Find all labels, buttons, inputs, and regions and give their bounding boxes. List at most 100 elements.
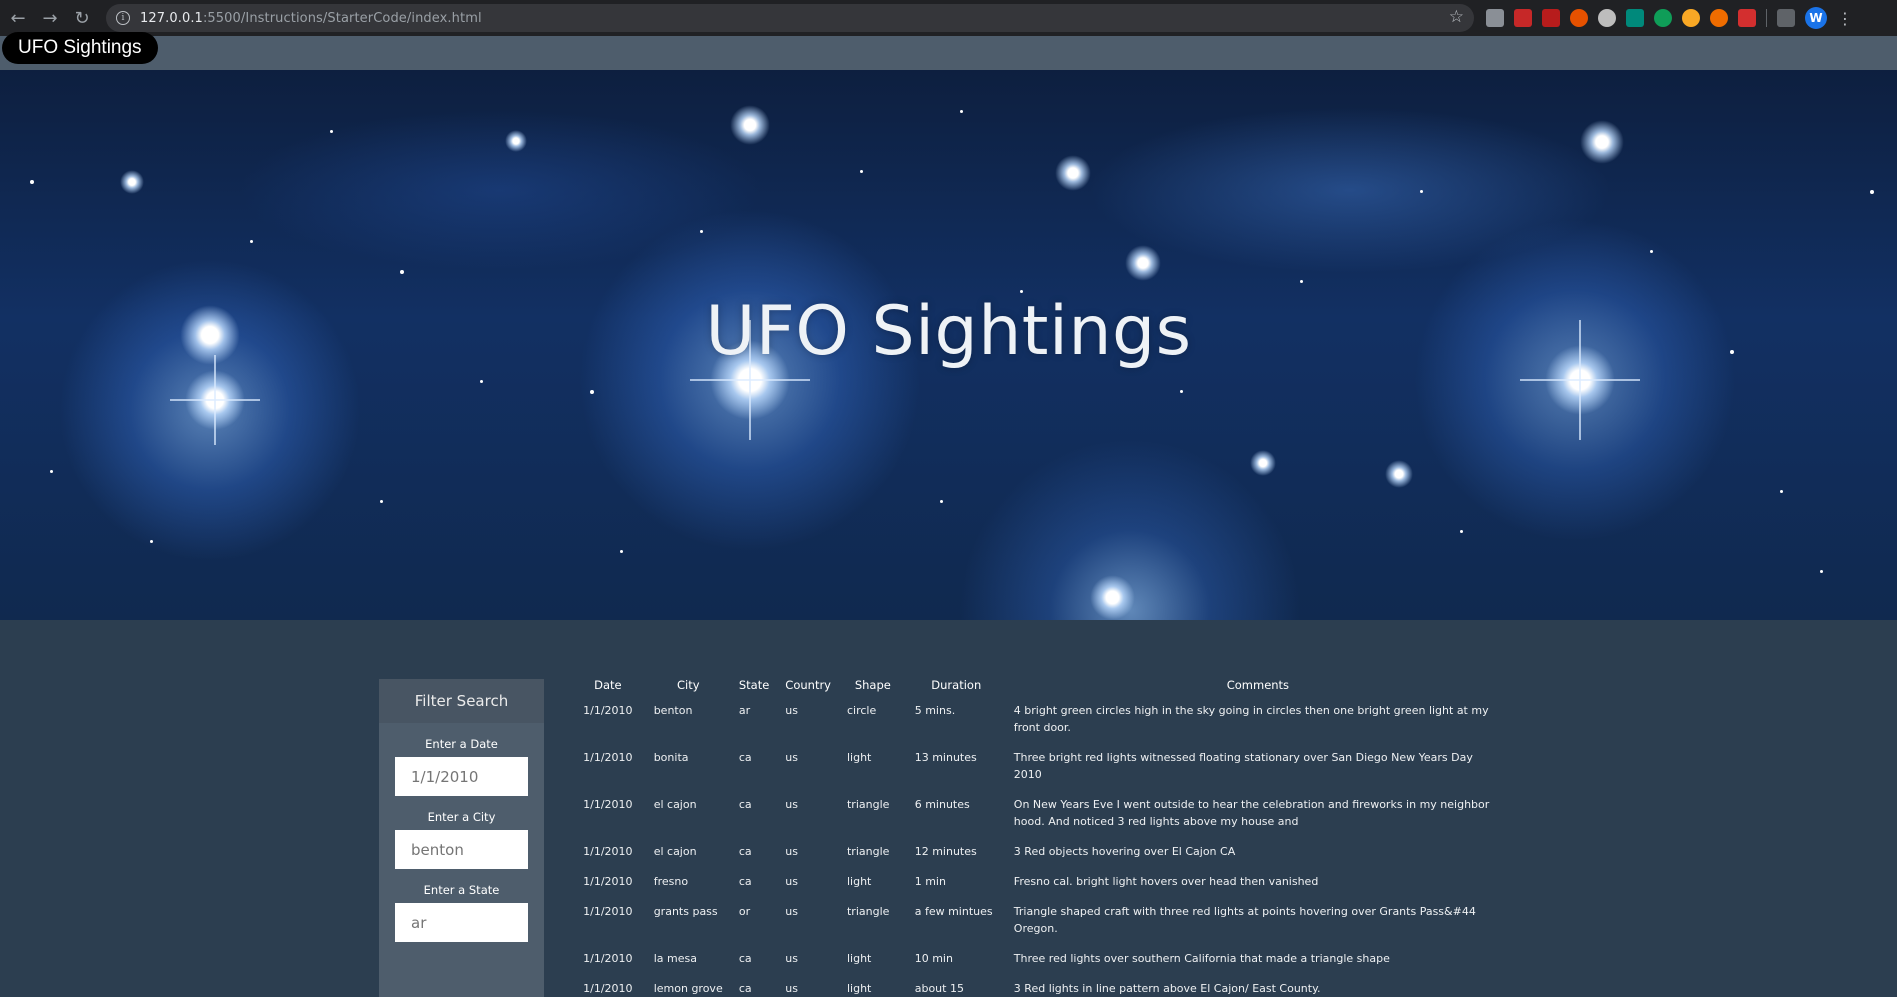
star [620,550,623,553]
url-text: 127.0.0.1:5500/Instructions/StarterCode/… [140,11,482,26]
star [30,180,34,184]
cell-country: us [785,875,798,888]
cell-comments: 4 bright green circles high in the sky g… [1013,704,1489,734]
results-table-container: Date City State Country Shape Duration C… [570,674,1510,997]
star [1460,530,1463,533]
star [1780,490,1783,493]
extension-icon[interactable] [1486,9,1504,27]
info-icon[interactable]: i [116,11,130,25]
cell-comments: 3 Red lights in line pattern above El Ca… [1013,982,1321,995]
cell-date: 1/1/2010 [583,875,633,888]
star [590,390,594,394]
cell-duration: 10 min [914,952,953,965]
extension-icon[interactable] [1738,9,1756,27]
cell-date: 1/1/2010 [583,952,633,965]
bright-star [1385,460,1413,488]
table-row: 1/1/2010 fresno ca us light 1 min Fresno… [570,867,1510,897]
extension-icon[interactable] [1626,9,1644,27]
cell-city: la mesa [653,952,697,965]
more-menu-icon[interactable]: ⋮ [1837,9,1853,28]
star [250,240,253,243]
reload-icon[interactable]: ↻ [68,4,96,32]
table-row: 1/1/2010 grants pass or us triangle a fe… [570,897,1510,944]
header-state: State [738,678,770,692]
date-input[interactable] [395,757,528,796]
cell-shape: circle [846,704,877,717]
bright-star [1250,450,1276,476]
star [960,110,963,113]
browser-toolbar: ← → ↻ i 127.0.0.1:5500/Instructions/Star… [0,0,1897,36]
table-header-row: Date City State Country Shape Duration C… [570,674,1510,696]
date-label: Enter a Date [425,737,498,751]
table-row: 1/1/2010 bonita ca us light 13 minutes T… [570,743,1510,790]
city-label: Enter a City [427,810,496,824]
hero-title: UFO Sightings [705,292,1192,371]
cell-duration: about 15 minutes [914,982,964,995]
back-icon[interactable]: ← [4,4,32,32]
cell-duration: 12 minutes [914,845,977,858]
cell-duration: a few mintues [914,905,993,918]
ufo-table: Date City State Country Shape Duration C… [570,674,1510,997]
star [1180,390,1183,393]
forward-icon[interactable]: → [36,4,64,32]
bookmark-star-icon[interactable]: ☆ [1449,7,1464,27]
header-date: Date [594,678,622,692]
cell-shape: light [846,875,872,888]
header-country: Country [785,678,831,692]
hero-banner: UFO Sightings [0,70,1897,620]
address-bar[interactable]: i 127.0.0.1:5500/Instructions/StarterCod… [106,4,1474,32]
cell-country: us [785,751,798,764]
url-path: :5500/Instructions/StarterCode/index.htm… [202,10,482,26]
reading-list-icon[interactable] [1777,9,1795,27]
extension-icon[interactable] [1654,9,1672,27]
star [380,500,383,503]
cell-city: grants pass [653,905,718,918]
extension-icon[interactable] [1514,9,1532,27]
extension-icon[interactable] [1710,9,1728,27]
cell-comments: Three red lights over southern Californi… [1013,952,1390,965]
cell-shape: light [846,751,872,764]
cell-shape: triangle [846,798,890,811]
cell-comments: 3 Red objects hovering over El Cajon CA [1013,845,1236,858]
cell-state: ca [738,982,752,995]
cell-state: ca [738,798,752,811]
extension-icon[interactable] [1570,9,1588,27]
star [1650,250,1653,253]
cell-shape: light [846,952,872,965]
header-duration: Duration [931,678,982,692]
state-input[interactable] [395,903,528,942]
cell-shape: light [846,982,872,995]
cell-country: us [785,798,798,811]
star [940,500,943,503]
bright-star [1090,575,1135,620]
profile-avatar[interactable]: W [1805,7,1827,29]
navbar-brand[interactable]: UFO Sightings [2,32,158,64]
bright-star [1580,120,1624,164]
star [330,130,333,133]
extension-icon[interactable] [1598,9,1616,27]
star [700,230,703,233]
cell-date: 1/1/2010 [583,751,633,764]
star [1300,280,1303,283]
table-row: 1/1/2010 el cajon ca us triangle 6 minut… [570,790,1510,837]
pdf-extension-icon[interactable] [1542,9,1560,27]
cell-date: 1/1/2010 [583,845,633,858]
cell-date: 1/1/2010 [583,704,633,717]
star [150,540,153,543]
cell-duration: 6 minutes [914,798,970,811]
filter-panel: Filter Search Enter a Date Enter a City … [379,679,544,997]
city-input[interactable] [395,830,528,869]
cell-date: 1/1/2010 [583,982,633,995]
cell-country: us [785,905,798,918]
bright-star [1125,245,1161,281]
cell-country: us [785,982,798,995]
cell-shape: triangle [846,905,890,918]
bright-star [730,105,770,145]
cell-state: ca [738,875,752,888]
cell-city: lemon grove [653,982,723,995]
cell-state: ca [738,751,752,764]
cell-comments: Triangle shaped craft with three red lig… [1013,905,1476,935]
extension-icon[interactable] [1682,9,1700,27]
cell-state: ca [738,845,752,858]
table-row: 1/1/2010 la mesa ca us light 10 min Thre… [570,944,1510,974]
